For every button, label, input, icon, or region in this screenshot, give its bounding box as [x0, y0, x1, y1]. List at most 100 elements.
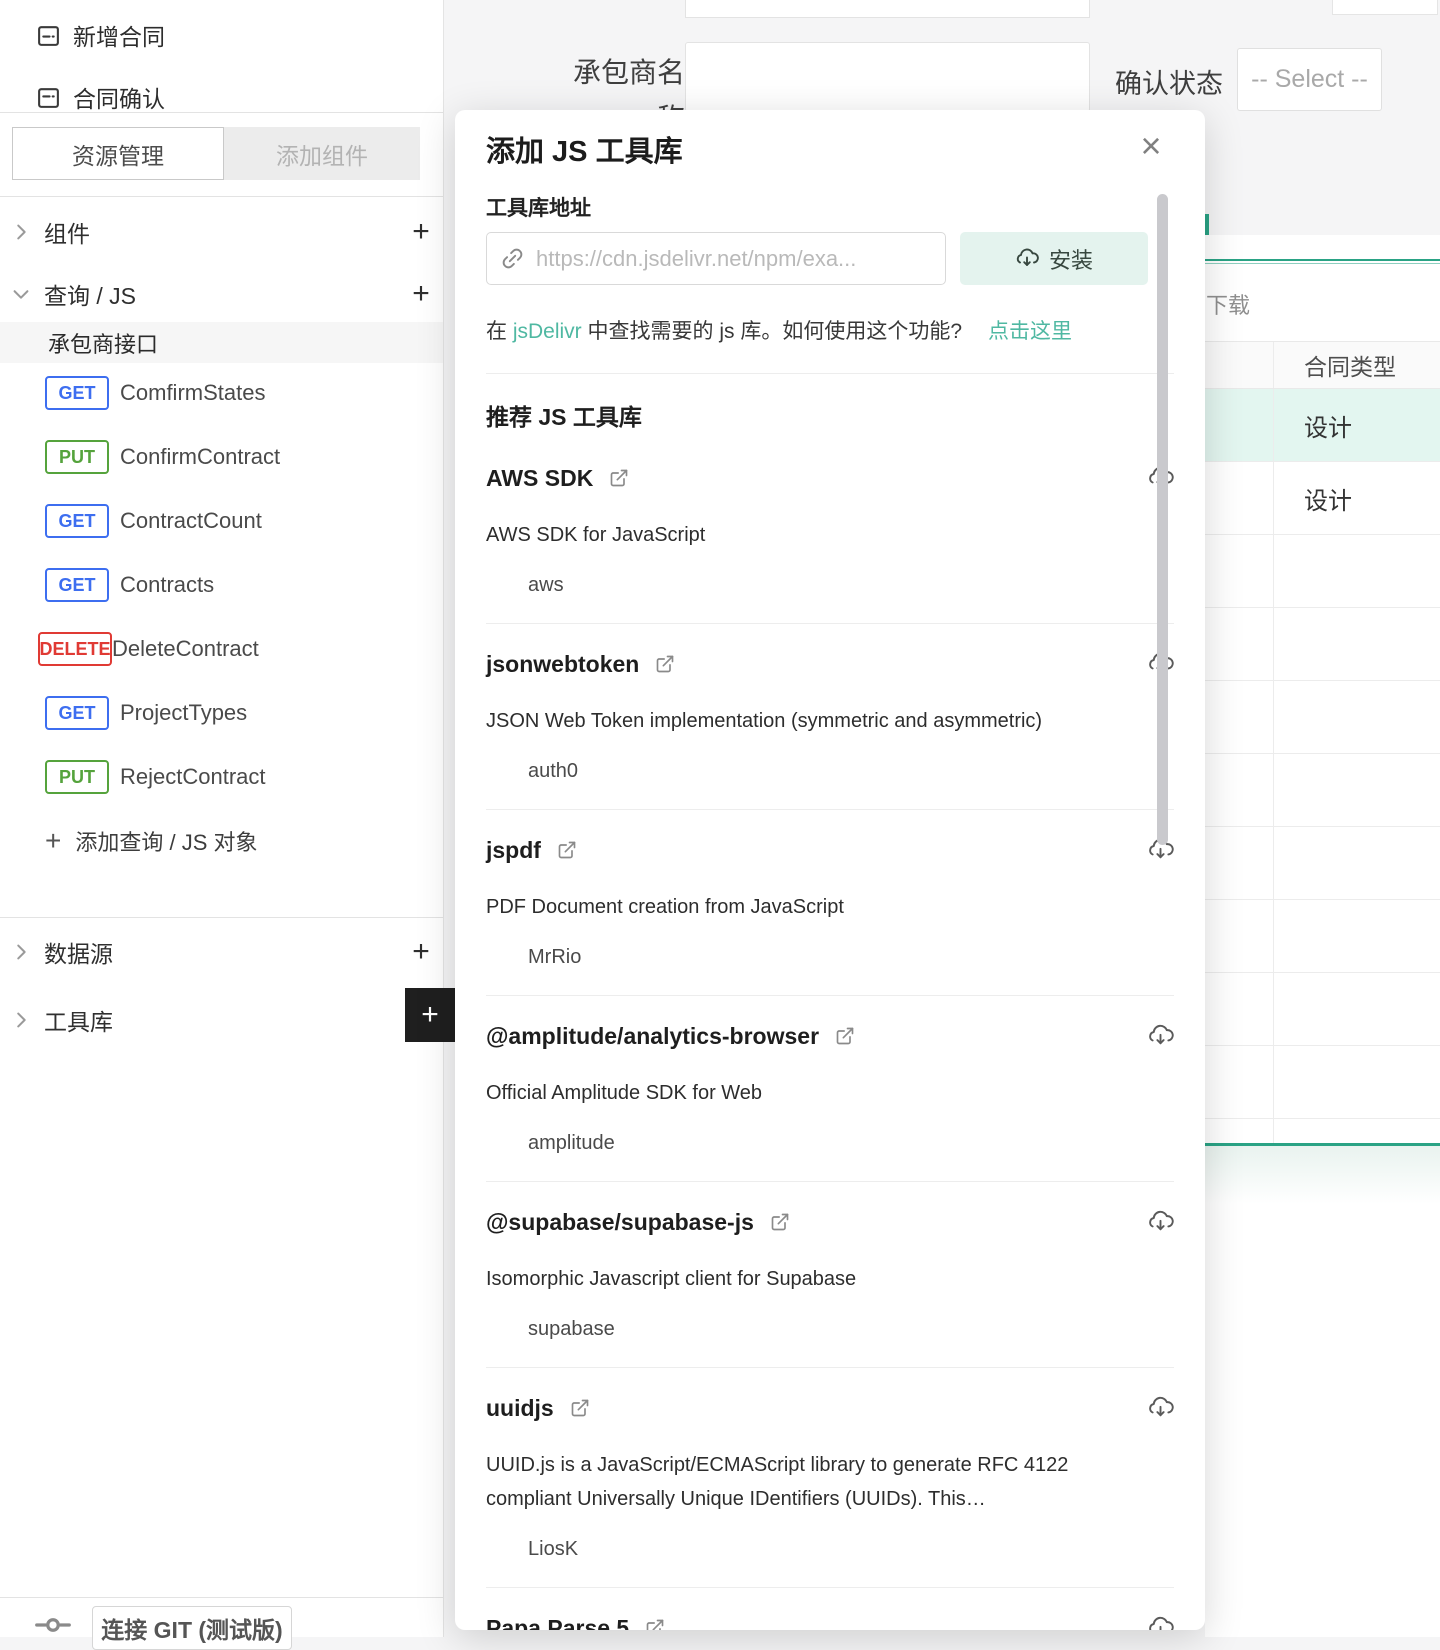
add-library-button[interactable]: + — [405, 988, 455, 1042]
sidebar-item-new-contract[interactable]: 新增合同 — [0, 12, 443, 58]
add-query-plus-button[interactable]: + — [403, 274, 439, 314]
table-row-first-cell[interactable] — [1205, 608, 1274, 680]
chevron-right-icon[interactable] — [10, 221, 32, 243]
api-query-item[interactable]: DELETE DeleteContract — [0, 626, 443, 672]
plus-icon: + — [45, 825, 62, 856]
external-link-icon[interactable] — [645, 1618, 665, 1630]
cloud-download-icon[interactable] — [1147, 1209, 1174, 1236]
library-list-item: Papa Parse 5 — [486, 1588, 1174, 1630]
tree-section-datasources[interactable]: 数据源 + — [0, 929, 443, 975]
download-label[interactable]: 下载 — [1206, 288, 1250, 320]
table-row[interactable] — [1205, 535, 1440, 608]
library-name: jspdf — [486, 836, 541, 863]
table-row[interactable] — [1205, 973, 1440, 1046]
add-component-button[interactable]: + — [403, 212, 439, 252]
click-here-link[interactable]: 点击这里 — [988, 320, 1072, 343]
jsdelivr-link[interactable]: jsDelivr — [513, 320, 582, 343]
modal-scrollbar[interactable] — [1157, 194, 1168, 845]
libraries-label: 工具库 — [44, 1009, 113, 1035]
add-datasource-button[interactable]: + — [403, 932, 439, 972]
api-query-item[interactable]: PUT ConfirmContract — [0, 434, 443, 480]
contract-type-cell[interactable]: 设计 — [1274, 481, 1352, 516]
library-url-input[interactable] — [536, 245, 931, 272]
contract-type-cell[interactable]: 设计 — [1274, 408, 1352, 443]
table-row-first-cell[interactable] — [1205, 681, 1274, 753]
external-link-icon[interactable] — [609, 468, 629, 488]
http-method-badge: PUT — [45, 440, 109, 474]
query-group-contractor-api[interactable]: 承包商接口 — [0, 322, 443, 363]
chevron-right-icon[interactable] — [10, 941, 32, 963]
table-row[interactable]: 设计 — [1205, 462, 1440, 535]
library-description: JSON Web Token implementation (symmetric… — [486, 710, 1043, 732]
cloud-download-icon[interactable] — [1147, 1395, 1174, 1422]
chevron-down-icon[interactable] — [10, 283, 32, 305]
cloud-download-icon[interactable] — [1147, 1023, 1174, 1050]
tree-section-queries[interactable]: 查询 / JS + — [0, 271, 443, 317]
close-icon[interactable]: × — [1131, 125, 1171, 166]
api-query-item[interactable]: GET ProjectTypes — [0, 690, 443, 736]
queries-label: 查询 / JS — [44, 283, 137, 309]
table-row[interactable] — [1205, 900, 1440, 973]
form-field-partial-topright[interactable] — [1332, 0, 1438, 15]
modal-title: 添加 JS 工具库 — [486, 136, 683, 168]
http-method-badge: GET — [45, 504, 109, 538]
tree-section-components[interactable]: 组件 + — [0, 209, 443, 255]
table-row-first-cell[interactable] — [1205, 535, 1274, 607]
external-link-icon[interactable] — [655, 654, 675, 674]
components-label: 组件 — [44, 221, 90, 247]
api-query-item[interactable]: PUT RejectContract — [0, 754, 443, 800]
tree-section-libraries[interactable]: 工具库 — [0, 997, 443, 1043]
api-query-name: RejectContract — [120, 764, 266, 789]
library-name: jsonwebtoken — [486, 650, 640, 677]
http-method-badge: GET — [45, 376, 109, 410]
table-row-first-cell[interactable] — [1205, 754, 1274, 826]
tab-add-component[interactable]: 添加组件 — [224, 127, 420, 180]
table-row-first-cell[interactable] — [1205, 900, 1274, 972]
divider — [0, 1597, 443, 1598]
library-url-field — [486, 232, 946, 285]
library-name: @supabase/supabase-js — [486, 1208, 754, 1235]
table-row-first-cell[interactable] — [1205, 462, 1274, 534]
table-row[interactable] — [1205, 681, 1440, 754]
table-row-first-cell[interactable] — [1205, 973, 1274, 1045]
table-row[interactable] — [1205, 608, 1440, 681]
form-field-partial-top[interactable] — [685, 0, 1090, 18]
table-row[interactable]: 设计 — [1205, 389, 1440, 462]
table-row-first-cell[interactable] — [1205, 389, 1274, 461]
table-row-first-cell[interactable] — [1205, 1119, 1274, 1143]
library-list-item: @supabase/supabase-js Isomorphic Javascr… — [486, 1182, 1174, 1368]
sidebar-item-label: 合同确认 — [73, 86, 165, 112]
connect-git-button[interactable]: 连接 GIT (测试版) — [92, 1606, 292, 1650]
table-header-empty-cell — [1205, 342, 1274, 388]
api-query-name: ProjectTypes — [120, 700, 248, 725]
recommended-section: 推荐 JS 工具库 AWS SDK AWS SDK for JavaScript… — [486, 373, 1174, 1630]
table-row[interactable] — [1205, 1119, 1440, 1143]
library-name: @amplitude/analytics-browser — [486, 1022, 820, 1049]
external-link-icon[interactable] — [770, 1212, 790, 1232]
table-row[interactable] — [1205, 754, 1440, 827]
external-link-icon[interactable] — [557, 840, 577, 860]
cloud-download-icon[interactable] — [1147, 1615, 1174, 1630]
sidebar-tabs: 资源管理 添加组件 — [12, 127, 420, 180]
table-row[interactable] — [1205, 1046, 1440, 1119]
install-button[interactable]: 安装 — [960, 232, 1148, 285]
table-footer-fade — [1205, 1146, 1440, 1204]
contracts-table: 合同类型 设计 设计 — [1205, 341, 1440, 1143]
chevron-right-icon[interactable] — [10, 1009, 32, 1031]
table-row-first-cell[interactable] — [1205, 1046, 1274, 1118]
api-query-item[interactable]: GET ComfirmStates — [0, 370, 443, 416]
external-link-icon[interactable] — [835, 1026, 855, 1046]
page-icon — [36, 23, 61, 48]
external-link-icon[interactable] — [570, 1398, 590, 1418]
table-row-first-cell[interactable] — [1205, 827, 1274, 899]
add-query-js-object-button[interactable]: + 添加查询 / JS 对象 — [0, 818, 443, 864]
api-query-item[interactable]: GET Contracts — [0, 562, 443, 608]
confirm-status-select[interactable]: -- Select -- — [1237, 48, 1382, 111]
table-row[interactable] — [1205, 827, 1440, 900]
tab-resource-management[interactable]: 资源管理 — [12, 127, 224, 180]
http-method-badge: PUT — [45, 760, 109, 794]
sidebar-item-confirm-contract[interactable]: 合同确认 — [0, 74, 443, 120]
api-query-item[interactable]: GET ContractCount — [0, 498, 443, 544]
contractor-name-input[interactable] — [685, 42, 1090, 112]
library-author: MrRio — [528, 946, 582, 968]
